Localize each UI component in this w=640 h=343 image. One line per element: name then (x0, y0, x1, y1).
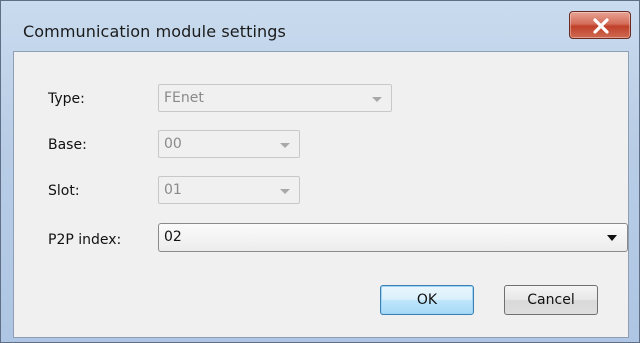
dropdown-arrow-icon (607, 235, 617, 241)
close-icon (593, 18, 609, 34)
base-combo: 00 (158, 130, 300, 158)
dialog-body: Type: FEnet Base: 00 Slot: 01 P2P index:… (13, 51, 629, 338)
cancel-button[interactable]: Cancel (504, 285, 598, 315)
chevron-down-icon (280, 189, 290, 194)
p2p-index-select[interactable]: 02 (158, 223, 628, 252)
type-combo: FEnet (158, 84, 392, 112)
settings-dialog: Communication module settings Type: FEne… (0, 0, 640, 343)
ok-button[interactable]: OK (380, 285, 474, 315)
p2p-index-label: P2P index: (48, 232, 122, 248)
close-button[interactable] (569, 11, 631, 39)
slot-label: Slot: (48, 183, 80, 199)
p2p-index-value: 02 (164, 229, 182, 245)
title-bar[interactable]: Communication module settings (1, 1, 639, 51)
slot-combo: 01 (158, 176, 300, 204)
window-title: Communication module settings (23, 22, 286, 41)
base-value: 00 (164, 136, 182, 152)
type-value: FEnet (164, 90, 204, 106)
base-label: Base: (48, 137, 87, 153)
chevron-down-icon (372, 97, 382, 102)
type-label: Type: (48, 91, 85, 107)
chevron-down-icon (280, 143, 290, 148)
slot-value: 01 (164, 182, 182, 198)
